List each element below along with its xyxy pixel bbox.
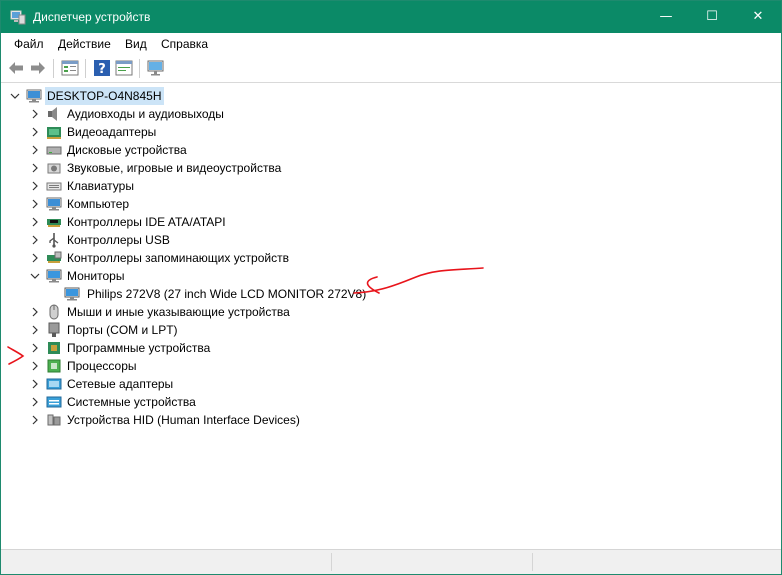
menu-view[interactable]: Вид [125,37,147,51]
title-bar[interactable]: Диспетчер устройств — ☐ ✕ [1,1,781,33]
port-icon [48,322,60,337]
toolbar-separator [139,59,140,78]
chevron-right-icon[interactable] [29,141,41,159]
tree-root-label: DESKTOP-O4N845H [45,87,164,105]
tree-category-label: Компьютер [67,197,130,211]
menu-action[interactable]: Действие [58,37,111,51]
device-manager-icon [10,10,26,25]
menu-help[interactable]: Справка [161,37,208,51]
minimize-button[interactable]: — [643,1,689,33]
chevron-right-icon[interactable] [29,303,41,321]
toolbar-separator [85,59,86,78]
toolbar: ? [1,55,781,83]
tree-category-label: Видеоадаптеры [67,125,157,139]
tree-category-label: Контроллеры IDE ATA/ATAPI [67,215,226,229]
keyboard-icon [46,182,62,191]
tree-category-label: Контроллеры запоминающих устройств [67,251,289,265]
sound-icon [47,163,61,174]
chevron-down-icon[interactable] [29,267,41,285]
status-bar [1,549,781,574]
tree-category-label: Системные устройства [67,395,196,409]
monitor-icon[interactable] [146,58,166,78]
chevron-right-icon[interactable] [29,375,41,393]
toolbar-separator [53,59,54,78]
properties-icon[interactable] [60,58,80,78]
chevron-right-icon[interactable] [29,339,41,357]
tree-category-label: Устройства HID (Human Interface Devices) [67,413,300,427]
chevron-right-icon[interactable] [29,195,41,213]
close-button[interactable]: ✕ [735,1,781,33]
menu-bar: Файл Действие Вид Справка [1,33,781,55]
ide-controller-icon [47,219,61,227]
tree-category-label: Мониторы [67,269,125,283]
software-device-icon [48,342,60,354]
tree-category-label: Программные устройства [67,341,211,355]
tree-device-label: Philips 272V8 (27 inch Wide LCD MONITOR … [87,287,367,301]
chevron-right-icon[interactable] [29,213,41,231]
storage-controller-icon [47,251,62,263]
window-title: Диспетчер устройств [33,10,151,24]
scan-icon[interactable] [114,58,134,78]
system-device-icon [46,396,62,408]
status-segment [332,553,533,571]
chevron-right-icon[interactable] [29,321,41,339]
device-tree: DESKTOP-O4N845H Аудиовходы и аудиовыходы… [1,83,781,549]
tree-category-label: Контроллеры USB [67,233,170,247]
computer-icon [26,89,42,103]
chevron-right-icon[interactable] [29,231,41,249]
monitor-icon [46,269,62,283]
monitor-icon [64,287,80,301]
computer-icon [46,197,62,211]
tree-category-label: Порты (COM и LPT) [67,323,178,337]
tree-category-label: Мыши и иные указывающие устройства [67,305,290,319]
chevron-right-icon[interactable] [29,159,41,177]
tree-category-label: Клавиатуры [67,179,134,193]
chevron-right-icon[interactable] [29,357,41,375]
network-adapter-icon [46,378,62,390]
disk-drive-icon [46,146,62,155]
svg-text:?: ? [98,62,106,77]
chevron-right-icon[interactable] [29,177,41,195]
chevron-right-icon[interactable] [29,249,41,267]
device-manager-window: Диспетчер устройств — ☐ ✕ Файл Действие … [0,0,782,575]
processor-icon [47,359,61,373]
speaker-icon [48,107,57,121]
tree-category-label: Звуковые, игровые и видеоустройства [67,161,282,175]
chevron-right-icon[interactable] [29,105,41,123]
help-icon[interactable]: ? [92,58,112,78]
mouse-icon [49,304,59,320]
tree-category-label: Сетевые адаптеры [67,377,174,391]
menu-file[interactable]: Файл [14,37,44,51]
chevron-right-icon[interactable] [29,123,41,141]
display-adapter-icon [47,127,61,139]
usb-icon [49,233,59,248]
forward-arrow-icon[interactable] [28,58,48,78]
maximize-button[interactable]: ☐ [689,1,735,33]
chevron-right-icon[interactable] [29,411,41,429]
status-segment [1,553,332,571]
tree-category-label: Аудиовходы и аудиовыходы [67,107,224,121]
chevron-down-icon[interactable] [9,87,21,105]
back-arrow-icon[interactable] [6,58,26,78]
chevron-right-icon[interactable] [29,393,41,411]
tree-category-label: Дисковые устройства [67,143,187,157]
hid-icon [47,414,61,426]
tree-category-label: Процессоры [67,359,137,373]
